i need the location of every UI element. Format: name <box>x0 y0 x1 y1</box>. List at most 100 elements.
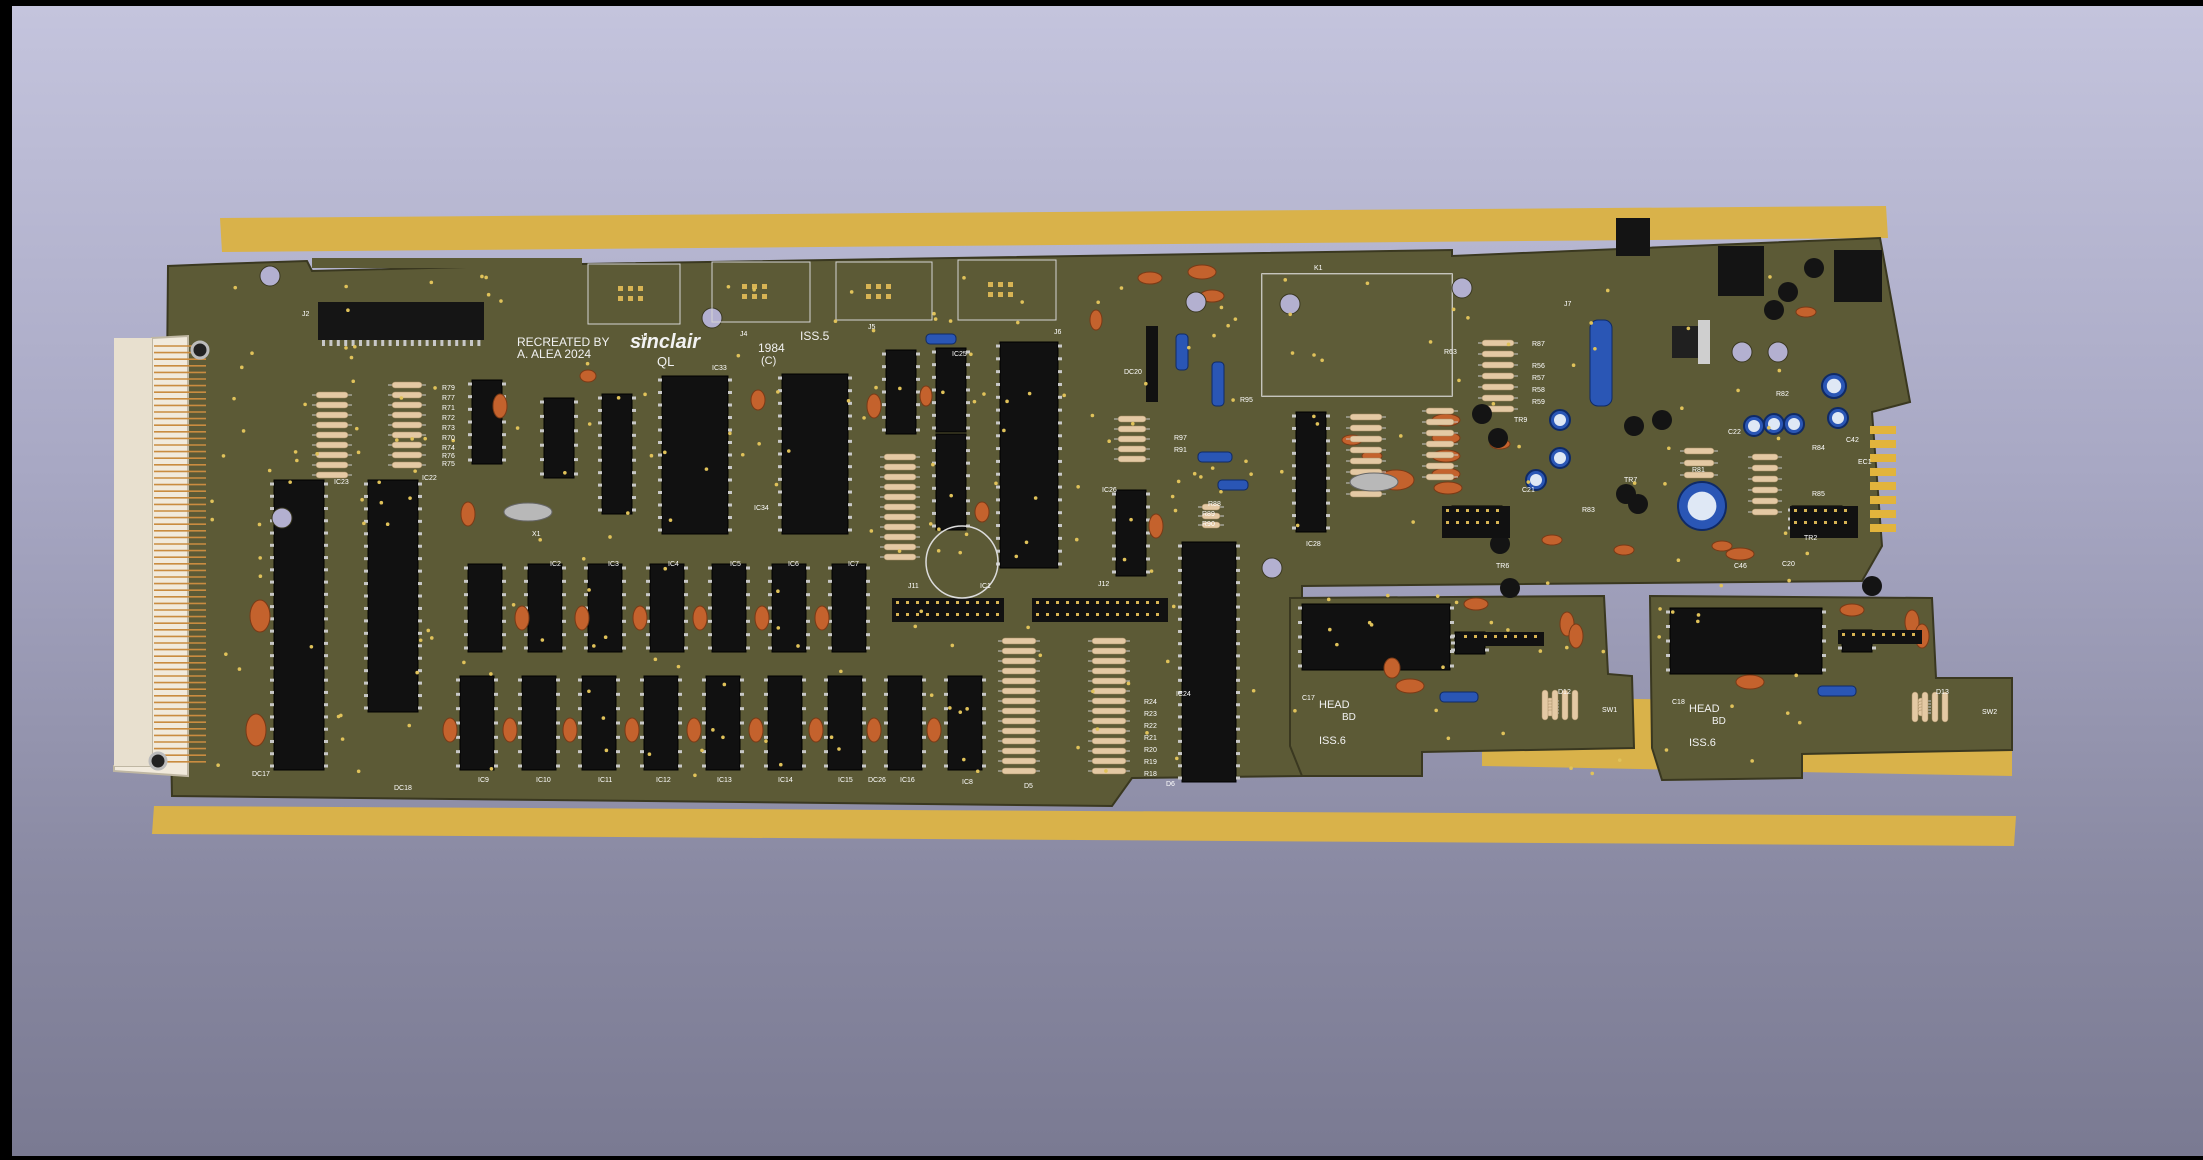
chip-pin <box>1058 344 1062 348</box>
header-pin <box>344 340 348 346</box>
ref-r82: R82 <box>1776 391 1789 398</box>
ref-r89: R89 <box>1202 511 1215 518</box>
chip-pin <box>862 678 866 682</box>
header-pin <box>956 601 959 604</box>
resistor-body <box>1091 667 1127 675</box>
3d-viewer-canvas[interactable]: RECREATED BY A. ALEA 2024 sinclair QL 19… <box>10 6 2203 1156</box>
via <box>1173 508 1178 513</box>
via <box>360 497 364 502</box>
via <box>258 556 262 560</box>
via <box>1096 300 1100 305</box>
chip-pin <box>1450 664 1454 668</box>
chip-pin <box>658 428 662 432</box>
chip-pin <box>270 629 274 633</box>
via <box>587 689 591 694</box>
mounting-hole <box>1767 341 1789 363</box>
chip-pin <box>932 499 936 503</box>
chip-pin <box>1178 544 1182 548</box>
crystal-x2 <box>1349 472 1399 492</box>
header-pin <box>359 340 362 346</box>
chip-pin <box>922 764 926 768</box>
chip-pin <box>982 735 986 739</box>
via <box>415 670 419 675</box>
chip-pin <box>1058 421 1062 425</box>
chip-pin <box>684 646 688 650</box>
header-pin <box>976 613 979 616</box>
chip-pin <box>882 352 886 356</box>
chip-pin <box>1058 498 1062 502</box>
via <box>929 693 934 698</box>
chip-pin <box>1451 634 1455 638</box>
via <box>700 748 704 753</box>
chip-pin <box>1326 526 1330 530</box>
via <box>351 379 356 384</box>
resistor-body <box>883 453 917 461</box>
pcb-3d-render[interactable]: RECREATED BY A. ALEA 2024 sinclair QL 19… <box>12 6 2203 1156</box>
chip-pin <box>778 465 782 469</box>
chip-pin <box>468 407 472 411</box>
ref-r91: R91 <box>1174 447 1187 454</box>
header-pin <box>1066 613 1069 616</box>
resistor-body <box>1481 394 1515 402</box>
pad <box>886 294 891 299</box>
dip-chip <box>518 675 560 771</box>
copyright-label: (C) <box>761 355 776 367</box>
chip-pin <box>996 408 1000 412</box>
ceramic-capacitor <box>1711 540 1733 552</box>
chip-body <box>1669 607 1823 675</box>
chip-pin <box>324 592 328 596</box>
chip-pin <box>740 735 744 739</box>
ref-j11: J11 <box>908 583 919 590</box>
chip-pin <box>1058 408 1062 412</box>
ref-ic15: IC15 <box>838 777 853 784</box>
resistor-body <box>1425 440 1455 448</box>
header-pin <box>1146 601 1149 604</box>
chip-pin <box>324 617 328 621</box>
via <box>796 644 800 648</box>
chip-pin <box>884 678 888 682</box>
resistor-body <box>315 401 349 409</box>
via <box>928 522 933 526</box>
header-pin <box>1514 635 1517 638</box>
chip-pin <box>1236 593 1240 597</box>
chip-pin <box>494 721 498 725</box>
edge-finger <box>1870 426 1896 434</box>
chip-pin <box>996 511 1000 515</box>
header-pin <box>373 340 377 346</box>
ref-ic10: IC10 <box>536 777 551 784</box>
chip-pin <box>640 735 644 739</box>
ceramic-capacitor <box>1725 547 1755 561</box>
ref-tr6: TR6 <box>1496 563 1509 570</box>
via <box>1454 600 1459 605</box>
chip-pin <box>598 396 602 400</box>
chip-body <box>467 563 503 653</box>
bottom-frame-rail <box>152 806 2016 846</box>
mounting-hole <box>1185 291 1207 313</box>
chip-pin <box>418 656 422 660</box>
chip-body <box>527 563 563 653</box>
via <box>429 636 434 640</box>
radial-capacitor-top <box>1687 491 1717 521</box>
via <box>429 280 434 285</box>
chip-pin <box>632 496 636 500</box>
via <box>1441 665 1445 670</box>
chip-pin <box>502 633 506 637</box>
header-pin <box>1872 633 1875 636</box>
header-pin <box>1824 521 1827 524</box>
chip-pin <box>866 619 870 623</box>
chip-body <box>543 397 575 479</box>
chip-pin <box>1058 370 1062 374</box>
via <box>919 609 924 614</box>
ref-ic5: IC5 <box>730 561 741 568</box>
chip-pin <box>806 593 810 597</box>
via <box>489 672 493 676</box>
via <box>757 441 761 446</box>
chip-pin <box>562 593 566 597</box>
chip-pin <box>882 377 886 381</box>
resistor-body <box>1683 447 1715 455</box>
chip-pin <box>802 764 806 768</box>
via <box>258 574 263 578</box>
via <box>722 682 727 687</box>
chip-pin <box>1112 544 1116 548</box>
via <box>250 351 254 356</box>
